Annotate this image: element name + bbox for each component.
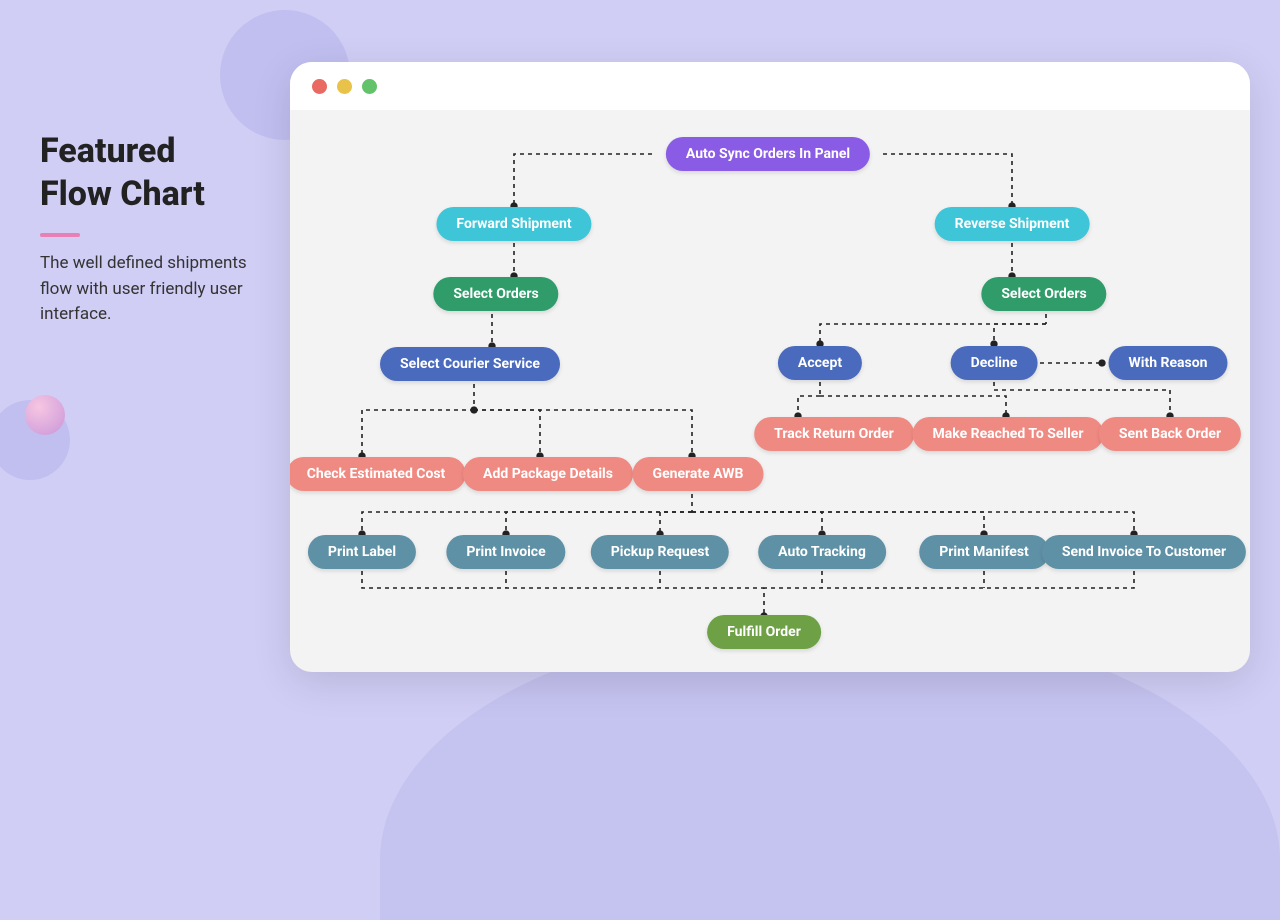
node-accept: Accept xyxy=(778,346,862,380)
flowchart-window: Auto Sync Orders In Panel Forward Shipme… xyxy=(290,62,1250,672)
node-forward-shipment: Forward Shipment xyxy=(436,207,591,241)
node-send-invoice: Send Invoice To Customer xyxy=(1042,535,1246,569)
node-select-orders-forward: Select Orders xyxy=(433,277,558,311)
node-sent-back: Sent Back Order xyxy=(1099,417,1241,451)
minimize-icon[interactable] xyxy=(337,79,352,94)
node-check-cost: Check Estimated Cost xyxy=(290,457,465,491)
window-titlebar xyxy=(290,62,1250,110)
node-auto-tracking: Auto Tracking xyxy=(758,535,886,569)
bg-sphere xyxy=(25,395,65,435)
page-title: Featured Flow Chart xyxy=(40,130,250,215)
sidebar: Featured Flow Chart The well defined shi… xyxy=(40,130,250,328)
node-auto-sync: Auto Sync Orders In Panel xyxy=(666,137,870,171)
node-add-package: Add Package Details xyxy=(463,457,633,491)
node-select-orders-reverse: Select Orders xyxy=(981,277,1106,311)
close-icon[interactable] xyxy=(312,79,327,94)
node-print-manifest: Print Manifest xyxy=(919,535,1049,569)
node-fulfill-order: Fulfill Order xyxy=(707,615,821,649)
title-line-1: Featured xyxy=(40,131,176,171)
title-line-2: Flow Chart xyxy=(40,174,205,214)
node-print-invoice: Print Invoice xyxy=(446,535,565,569)
title-underline xyxy=(40,233,80,237)
page-description: The well defined shipments flow with use… xyxy=(40,251,250,328)
maximize-icon[interactable] xyxy=(362,79,377,94)
node-pickup-request: Pickup Request xyxy=(591,535,729,569)
node-print-label: Print Label xyxy=(308,535,416,569)
node-with-reason: With Reason xyxy=(1109,346,1228,380)
node-reverse-shipment: Reverse Shipment xyxy=(935,207,1090,241)
node-generate-awb: Generate AWB xyxy=(633,457,764,491)
flowchart-canvas: Auto Sync Orders In Panel Forward Shipme… xyxy=(290,110,1250,672)
node-track-return: Track Return Order xyxy=(754,417,914,451)
node-decline: Decline xyxy=(951,346,1038,380)
node-select-courier: Select Courier Service xyxy=(380,347,560,381)
flowchart-connectors xyxy=(290,110,1250,672)
node-make-reached: Make Reached To Seller xyxy=(913,417,1104,451)
